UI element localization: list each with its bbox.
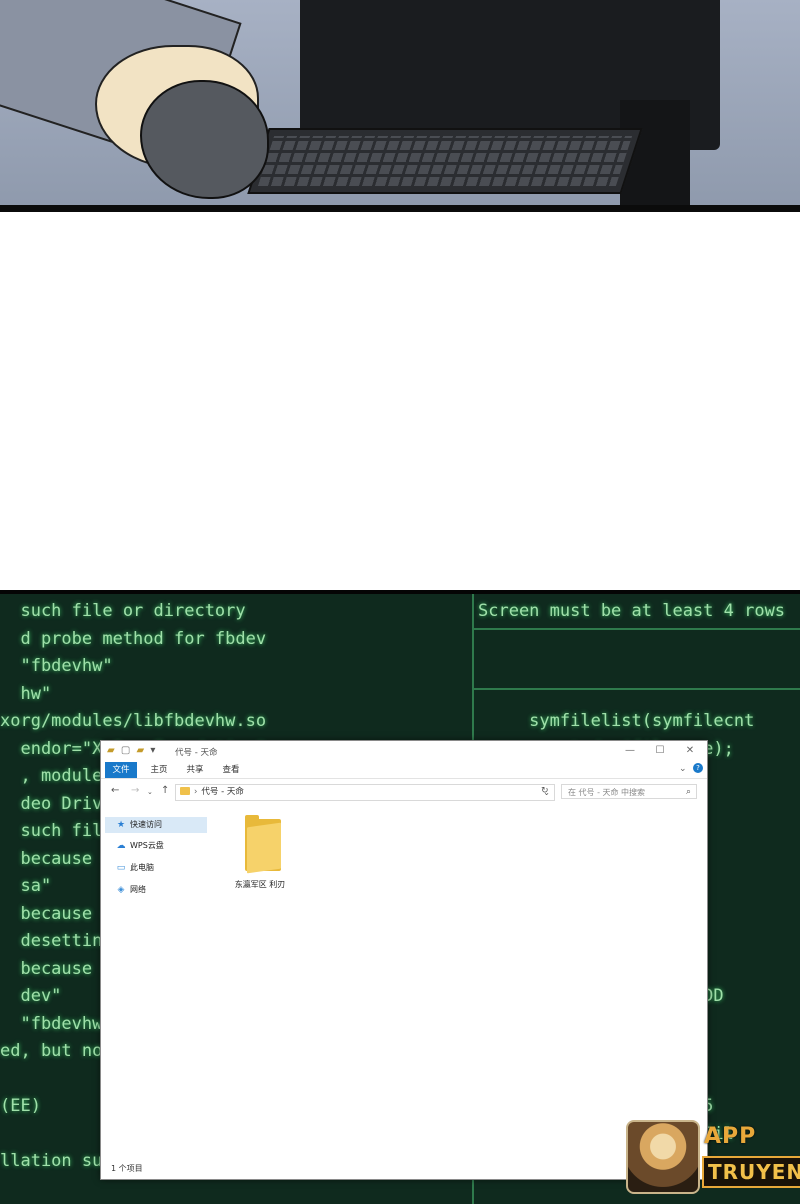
list-item[interactable]: 东瀛军区 利刃 (225, 815, 295, 895)
search-input[interactable]: 在 代号 - 天命 中搜索 ⌕ (561, 784, 697, 799)
title-bar: ▰ ▢ ▰ ▾ 代号 - 天命 — ☐ ✕ (101, 741, 707, 761)
sidebar-item-wps-cloud[interactable]: ☁ WPS云盘 (105, 838, 207, 854)
close-button[interactable]: ✕ (675, 743, 705, 759)
search-placeholder: 在 代号 - 天命 中搜索 (568, 788, 646, 797)
terminal-left-line: xorg/modules/libfbdevhw.so (0, 711, 267, 731)
folder-icon (180, 787, 190, 795)
terminal-left-line: such file or directory (0, 601, 246, 621)
search-icon[interactable]: ⌕ (686, 785, 691, 800)
navigation-pane: ★ 快速访问 ☁ WPS云盘 ▭ 此电脑 ◈ 网络 (101, 811, 211, 1151)
sidebar-item-this-pc[interactable]: ▭ 此电脑 (105, 860, 207, 876)
panel-border (0, 205, 800, 212)
tab-home[interactable]: 主页 (145, 762, 173, 778)
terminal-left-line: d probe method for fbdev (0, 628, 267, 649)
ribbon-expand-icon[interactable]: ⌄ (679, 764, 687, 774)
terminal-right-line (478, 653, 800, 681)
maximize-button[interactable]: ☐ (645, 743, 675, 759)
chevron-down-icon[interactable]: ▾ (150, 745, 155, 756)
tab-view[interactable]: 查看 (217, 762, 245, 778)
breadcrumb-separator: › (194, 787, 198, 797)
cloud-icon: ☁ (116, 841, 126, 851)
sidebar-item-label: WPS云盘 (130, 841, 164, 850)
status-bar-count: 1 个项目 (111, 1164, 143, 1173)
terminal-right-line: symfilelist(symfilecnt (478, 711, 755, 731)
computer-icon: ▭ (116, 863, 126, 873)
app-truyen-logo: APP TRUYEN (626, 1118, 800, 1194)
back-arrow-icon[interactable]: ← (111, 785, 119, 796)
help-icon[interactable]: ? (693, 763, 703, 773)
breadcrumb-path[interactable]: 代号 - 天命 (201, 787, 243, 797)
terminal-left-line: hw" (0, 683, 52, 704)
properties-icon[interactable]: ▢ (121, 745, 130, 756)
up-arrow-icon[interactable]: ↑ (161, 785, 169, 796)
terminal-right-line: Screen must be at least 4 rows (478, 601, 786, 621)
folder-icon (245, 815, 281, 874)
minimize-button[interactable]: — (615, 743, 645, 759)
window-title: 代号 - 天命 (175, 748, 218, 758)
network-icon: ◈ (117, 885, 125, 895)
item-name: 东瀛军区 利刃 (234, 880, 286, 889)
refresh-icon[interactable]: ↻ (541, 786, 549, 796)
address-bar-row: ← → ⌄ ↑ › 代号 - 天命 ⌄ ↻ 在 代号 - 天命 中搜索 ⌕ (101, 781, 707, 803)
logo-text-truyen: TRUYEN (702, 1156, 800, 1188)
keyboard-illustration (247, 128, 643, 194)
sidebar-item-label: 快速访问 (130, 820, 162, 829)
logo-portrait-image (626, 1120, 700, 1194)
sidebar-item-network[interactable]: ◈ 网络 (105, 882, 207, 898)
ribbon-tabs: 文件 主页 共享 查看 ⌄ ? (101, 762, 707, 779)
recent-locations-icon[interactable]: ⌄ (147, 788, 153, 796)
quick-access-toolbar: ▰ ▢ ▰ ▾ (107, 745, 158, 756)
terminal-left-line: "fbdevhw" (0, 656, 113, 676)
logo-text-app: APP (704, 1124, 757, 1149)
star-icon: ★ (116, 820, 126, 830)
new-folder-icon[interactable]: ▰ (137, 745, 145, 756)
terminal-right-line (478, 626, 800, 654)
folder-icon[interactable]: ▰ (107, 745, 115, 756)
sidebar-item-label: 此电脑 (130, 863, 154, 872)
tab-file[interactable]: 文件 (105, 762, 137, 778)
comic-panel-desk (0, 0, 800, 212)
sidebar-item-label: 网络 (130, 885, 146, 894)
forward-arrow-icon[interactable]: → (131, 785, 139, 796)
file-explorer-window: ▰ ▢ ▰ ▾ 代号 - 天命 — ☐ ✕ 文件 主页 共享 查看 ⌄ ? ← … (100, 740, 708, 1180)
sidebar-item-quick-access[interactable]: ★ 快速访问 (105, 817, 207, 833)
tab-share[interactable]: 共享 (181, 762, 209, 778)
address-input[interactable]: › 代号 - 天命 ⌄ (175, 784, 555, 801)
terminal-right-line (478, 681, 800, 709)
file-list-area[interactable]: 东瀛军区 利刃 (213, 807, 703, 1147)
